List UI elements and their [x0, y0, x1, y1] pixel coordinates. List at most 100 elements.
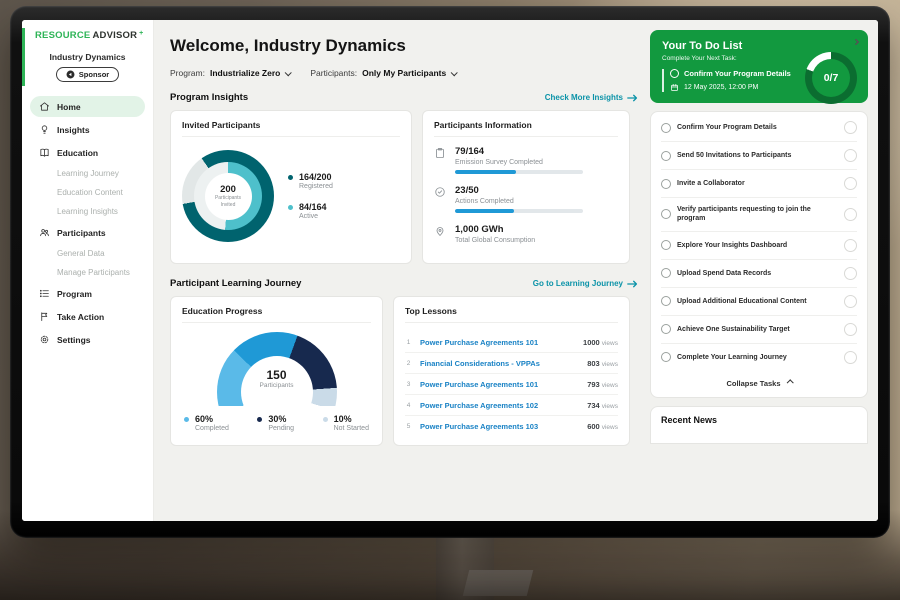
sidebar-item-label: Education — [57, 148, 98, 158]
sidebar-item-label: Take Action — [57, 312, 104, 322]
collapse-tasks-button[interactable]: Collapse Tasks — [661, 371, 857, 395]
sidebar-item-label: Program — [57, 289, 92, 299]
donut-center-label: Participants Invited — [210, 195, 246, 208]
task-checkbox[interactable] — [661, 352, 671, 362]
lesson-link[interactable]: Financial Considerations - VPPAs — [420, 359, 579, 368]
todo-progress-ring: 0/7 — [805, 52, 857, 104]
link-label: Go to Learning Journey — [533, 279, 623, 288]
task-open-button[interactable] — [844, 149, 857, 162]
gauge-center-value: 150 — [217, 368, 337, 382]
task-open-button[interactable] — [844, 351, 857, 364]
task-open-button[interactable] — [844, 323, 857, 336]
go-to-learning-journey-link[interactable]: Go to Learning Journey — [533, 279, 638, 288]
logo-plus: + — [139, 30, 143, 37]
sidebar-item-label: Insights — [57, 125, 90, 135]
info-value: 1,000 GWh — [455, 224, 535, 235]
program-value: Industrialize Zero — [210, 68, 280, 78]
task-open-button[interactable] — [844, 121, 857, 134]
task-label: Explore Your Insights Dashboard — [677, 241, 811, 250]
task-checkbox[interactable] — [661, 240, 671, 250]
sidebar-item-participants[interactable]: Participants — [30, 222, 145, 243]
sidebar-item-learning-journey[interactable]: Learning Journey — [30, 164, 145, 183]
sidebar-nav: Home Insights Education Learning Journey — [30, 95, 145, 351]
gauge-center-label: Participants — [217, 382, 337, 389]
legend-value: 30% — [268, 414, 294, 424]
sidebar-item-settings[interactable]: Settings — [30, 329, 145, 350]
task-row[interactable]: Verify participants requesting to join t… — [661, 198, 857, 232]
section-title: Participant Learning Journey — [170, 278, 301, 289]
list-icon — [39, 288, 50, 299]
sidebar-item-learning-insights[interactable]: Learning Insights — [30, 202, 145, 221]
invited-participants-donut: 200 Participants Invited — [182, 150, 274, 242]
task-label: Verify participants requesting to join t… — [677, 205, 811, 224]
task-open-button[interactable] — [844, 177, 857, 190]
progress-fill — [455, 170, 516, 174]
location-pin-icon — [434, 225, 446, 237]
legend-value: 10% — [334, 414, 369, 424]
sidebar-item-general-data[interactable]: General Data — [30, 244, 145, 263]
gauge-legend: 60% Completed 30% Pending — [182, 414, 371, 432]
info-value: 79/164 — [455, 146, 583, 157]
legend-item: 30% Pending — [257, 414, 294, 432]
lesson-rank: 4 — [405, 402, 412, 409]
recent-news-card: Recent News — [650, 406, 868, 444]
info-row: 1,000 GWh Total Global Consumption — [434, 224, 618, 248]
task-row[interactable]: Send 50 Invitations to Participants — [661, 142, 857, 170]
task-row[interactable]: Invite a Collaborator — [661, 170, 857, 198]
check-more-insights-link[interactable]: Check More Insights — [545, 93, 638, 102]
participants-select[interactable]: Participants: Only My Participants — [310, 68, 456, 78]
task-row[interactable]: Upload Additional Educational Content — [661, 288, 857, 316]
task-checkbox[interactable] — [670, 69, 679, 78]
legend-label: Not Started — [334, 425, 369, 432]
program-select[interactable]: Program: Industrialize Zero — [170, 68, 290, 78]
clipboard-icon — [434, 147, 446, 159]
lesson-row: 1 Power Purchase Agreements 101 1000view… — [405, 332, 618, 353]
task-checkbox[interactable] — [661, 324, 671, 334]
sidebar-item-manage-participants[interactable]: Manage Participants — [30, 263, 145, 282]
info-row: 23/50 Actions Completed — [434, 185, 618, 213]
lesson-link[interactable]: Power Purchase Agreements 103 — [420, 422, 579, 431]
task-checkbox[interactable] — [661, 209, 671, 219]
lesson-link[interactable]: Power Purchase Agreements 101 — [420, 380, 579, 389]
task-open-button[interactable] — [844, 208, 857, 221]
todo-next-task: Confirm Your Program Details — [670, 69, 800, 78]
task-checkbox[interactable] — [661, 296, 671, 306]
sidebar-item-program[interactable]: Program — [30, 283, 145, 304]
sidebar-item-education[interactable]: Education — [30, 142, 145, 163]
sidebar-item-education-content[interactable]: Education Content — [30, 183, 145, 202]
progress-bar — [455, 209, 583, 213]
lesson-row: 4 Power Purchase Agreements 102 734views — [405, 395, 618, 416]
task-checkbox[interactable] — [661, 179, 671, 189]
sidebar-item-label: Home — [57, 102, 81, 112]
task-row[interactable]: Explore Your Insights Dashboard — [661, 232, 857, 260]
content-area: Welcome, Industry Dynamics Program: Indu… — [154, 20, 878, 521]
logo-advisor: ADVISOR — [92, 30, 137, 41]
legend-label: Active — [299, 213, 327, 220]
task-row[interactable]: Complete Your Learning Journey — [661, 344, 857, 371]
lesson-rank: 3 — [405, 381, 412, 388]
invited-participants-card: Invited Participants 200 Participants In… — [170, 110, 412, 264]
target-check-icon — [434, 186, 446, 198]
program-insights-header: Program Insights Check More Insights — [170, 92, 638, 103]
task-label: Send 50 Invitations to Participants — [677, 151, 811, 160]
task-checkbox[interactable] — [661, 123, 671, 133]
donut-legend: 164/200 Registered 84/164 Active — [288, 172, 333, 220]
lesson-link[interactable]: Power Purchase Agreements 102 — [420, 401, 579, 410]
task-checkbox[interactable] — [661, 151, 671, 161]
task-row[interactable]: Upload Spend Data Records — [661, 260, 857, 288]
todo-due-date: 12 May 2025, 12:00 PM — [670, 83, 800, 92]
task-row[interactable]: Confirm Your Program Details — [661, 114, 857, 142]
sidebar-item-insights[interactable]: Insights — [30, 119, 145, 140]
task-open-button[interactable] — [844, 239, 857, 252]
sidebar-item-take-action[interactable]: Take Action — [30, 306, 145, 327]
task-label: Upload Spend Data Records — [677, 269, 811, 278]
task-open-button[interactable] — [844, 267, 857, 280]
task-checkbox[interactable] — [661, 268, 671, 278]
task-open-button[interactable] — [844, 295, 857, 308]
lesson-link[interactable]: Power Purchase Agreements 101 — [420, 338, 575, 347]
learning-journey-header: Participant Learning Journey Go to Learn… — [170, 278, 638, 289]
education-progress-card: Education Progress 150 Participants — [170, 296, 383, 446]
tasks-card: Confirm Your Program Details Send 50 Inv… — [650, 111, 868, 398]
sidebar-item-home[interactable]: Home — [30, 96, 145, 117]
task-row[interactable]: Achieve One Sustainability Target — [661, 316, 857, 344]
